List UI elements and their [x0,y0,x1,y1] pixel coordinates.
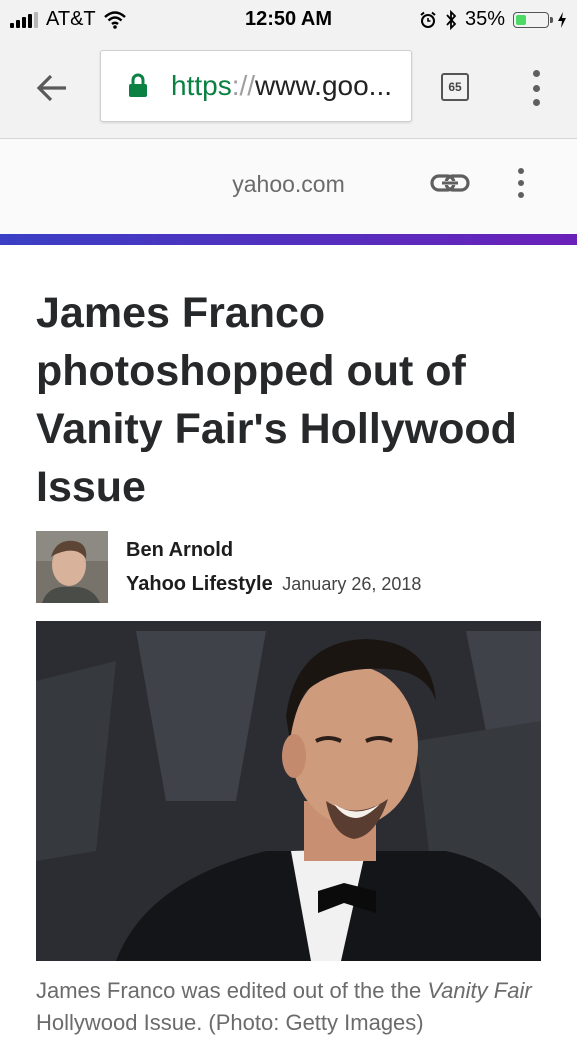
byline: Yahoo Lifestyle January 26, 2018 [126,573,421,596]
site-header: yahoo.com [0,139,577,234]
link-icon[interactable] [430,170,470,198]
author-name[interactable]: Ben Arnold [126,539,233,562]
arrow-left-icon [36,74,66,102]
url-text[interactable]: https://www.goo... [171,70,407,102]
status-bar: AT&T 12:50 AM 35% [0,0,577,38]
url-host: www.goo... [255,70,392,101]
bluetooth-icon [446,9,457,30]
dot [518,192,524,198]
battery-percent: 35% [464,8,505,30]
lock-icon [127,73,149,99]
dot [532,99,540,106]
dot [518,168,524,174]
article-headline: James Franco photoshopped out of Vanity … [36,289,517,511]
url-separator: :// [231,70,256,101]
caption-publication: Vanity Fair [427,978,532,1003]
url-bar[interactable]: https://www.goo... [100,50,412,122]
tab-switcher-button[interactable]: 65 [441,73,469,101]
author-row: Ben Arnold Yahoo Lifestyle January 26, 2… [36,531,556,603]
publish-date: January 26, 2018 [282,574,422,594]
article-photo[interactable] [36,621,541,961]
charging-bolt-icon [558,11,566,28]
browser-toolbar: https://www.goo... 65 [0,38,577,139]
photo-caption: James Franco was edited out of the the V… [36,975,541,1039]
author-avatar[interactable] [36,531,108,603]
battery-icon [513,11,553,28]
alarm-icon [420,11,436,28]
url-scheme: https [171,70,232,101]
publication-name[interactable]: Yahoo Lifestyle [126,573,273,595]
site-menu-button[interactable] [515,168,527,198]
tab-count: 65 [448,80,462,94]
dot [532,84,540,92]
caption-text: James Franco was edited out of the the [36,978,428,1003]
browser-menu-button[interactable] [524,70,548,106]
dot [518,180,524,186]
dot [532,70,540,77]
site-domain: yahoo.com [232,171,345,197]
brand-accent-bar [0,234,577,245]
back-button[interactable] [30,68,74,108]
caption-text-end: Hollywood Issue. (Photo: Getty Images) [36,1010,424,1035]
status-right: 35% [419,8,567,31]
